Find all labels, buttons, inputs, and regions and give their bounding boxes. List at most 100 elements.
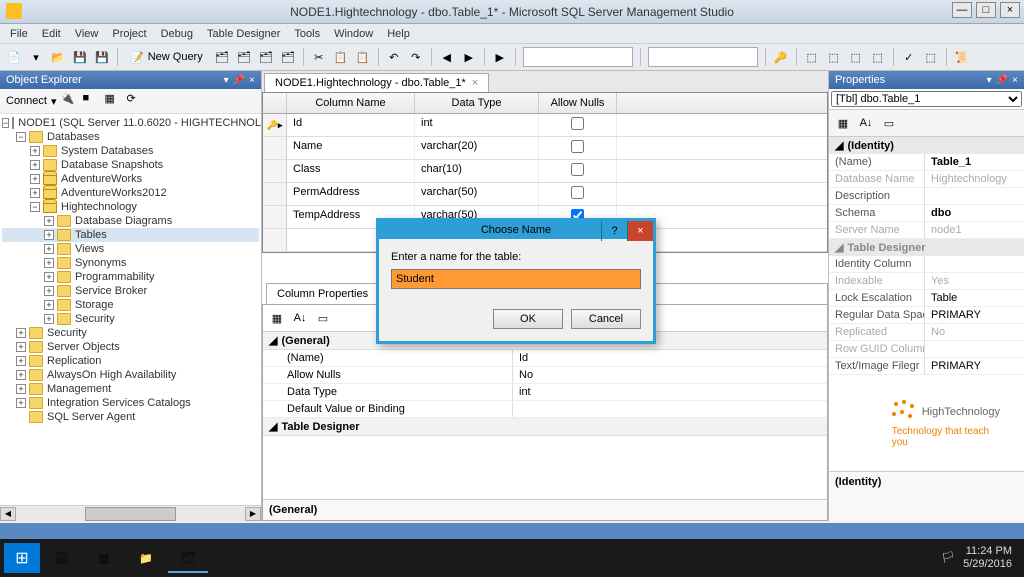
tb-icon-4[interactable]: 🗂 xyxy=(278,47,298,67)
row-header[interactable] xyxy=(263,160,287,182)
expander-icon[interactable]: + xyxy=(16,384,26,394)
menu-debug[interactable]: Debug xyxy=(155,26,199,42)
pg-rowguid-value[interactable] xyxy=(925,341,1024,357)
tree-databases[interactable]: Databases xyxy=(47,131,100,143)
pg-lock-value[interactable]: Table xyxy=(925,290,1024,306)
relation-icon[interactable]: ⬚ xyxy=(802,47,822,67)
cell-col-name[interactable]: Id xyxy=(287,114,415,136)
undo-icon[interactable]: ↶ xyxy=(384,47,404,67)
new-query-button[interactable]: 📝 New Query xyxy=(123,48,210,67)
tree-replication[interactable]: Replication xyxy=(47,355,101,367)
row-header[interactable] xyxy=(263,183,287,205)
stop-icon[interactable]: ■ xyxy=(83,92,101,110)
collapse-icon[interactable]: ◢ xyxy=(835,139,843,152)
expander-icon[interactable]: + xyxy=(30,160,40,170)
tb-icon-3[interactable]: 🗂 xyxy=(256,47,276,67)
collapse-icon[interactable]: ◢ xyxy=(269,420,277,433)
tree-service-broker[interactable]: Service Broker xyxy=(75,285,147,297)
table-name-input[interactable] xyxy=(391,269,641,289)
allow-null-checkbox[interactable] xyxy=(571,117,584,130)
tree-aw[interactable]: AdventureWorks xyxy=(61,173,142,185)
cell-allow-null[interactable] xyxy=(539,137,617,159)
designer-row[interactable]: PermAddressvarchar(50) xyxy=(263,183,827,206)
tree-server-objects[interactable]: Server Objects xyxy=(47,341,120,353)
cell-data-type[interactable]: int xyxy=(415,114,539,136)
categorized-icon[interactable]: ▦ xyxy=(833,113,853,133)
menu-tools[interactable]: Tools xyxy=(288,26,326,42)
row-header[interactable] xyxy=(263,137,287,159)
cell-allow-null[interactable] xyxy=(539,183,617,205)
prop-pages-icon[interactable]: ▭ xyxy=(879,113,899,133)
tree-views[interactable]: Views xyxy=(75,243,104,255)
tree-synonyms[interactable]: Synonyms xyxy=(75,257,126,269)
scroll-left-icon[interactable]: ◀ xyxy=(0,507,16,521)
expander-icon[interactable]: + xyxy=(44,230,54,240)
expander-icon[interactable]: + xyxy=(44,272,54,282)
nav-fwd-icon[interactable]: ▶ xyxy=(459,47,479,67)
allow-null-checkbox[interactable] xyxy=(571,140,584,153)
menu-table-designer[interactable]: Table Designer xyxy=(201,26,286,42)
xml-icon[interactable]: ⬚ xyxy=(868,47,888,67)
task-explorer-icon[interactable]: 📁 xyxy=(126,543,166,573)
tree-aw2012[interactable]: AdventureWorks2012 xyxy=(61,187,167,199)
tb-icon-2[interactable]: 🗂 xyxy=(234,47,254,67)
pg-name-value[interactable]: Table_1 xyxy=(925,154,1024,170)
menu-project[interactable]: Project xyxy=(106,26,152,42)
cell-allow-null[interactable] xyxy=(539,160,617,182)
expander-icon[interactable]: + xyxy=(44,244,54,254)
start-button[interactable]: ⊞ xyxy=(4,543,40,573)
dialog-close-button[interactable]: × xyxy=(627,221,653,241)
notification-flag-icon[interactable]: 🏳 xyxy=(941,552,953,564)
tree-security[interactable]: Security xyxy=(47,327,87,339)
collapse-icon[interactable]: ◢ xyxy=(269,334,277,347)
collapse-icon[interactable]: ◢ xyxy=(835,241,843,254)
new-project-icon[interactable]: 📄 xyxy=(4,47,24,67)
fulltext-icon[interactable]: ⬚ xyxy=(846,47,866,67)
expander-icon[interactable]: + xyxy=(44,314,54,324)
tree-isc[interactable]: Integration Services Catalogs xyxy=(47,397,191,409)
cp-datatype-value[interactable]: int xyxy=(513,384,827,400)
menu-view[interactable]: View xyxy=(69,26,105,42)
find-combo[interactable] xyxy=(648,47,758,67)
designer-row[interactable]: Namevarchar(20) xyxy=(263,137,827,160)
prop-pages-icon[interactable]: ▭ xyxy=(313,308,333,328)
panel-pin-icon[interactable]: 📌 xyxy=(233,75,245,86)
pg-desc-value[interactable] xyxy=(925,188,1024,204)
copy-icon[interactable]: 📋 xyxy=(331,47,351,67)
close-window-button[interactable]: × xyxy=(1000,2,1020,18)
cp-allownulls-value[interactable]: No xyxy=(513,367,827,383)
designer-row[interactable]: 🔑▸Idint xyxy=(263,114,827,137)
cell-col-name[interactable]: Name xyxy=(287,137,415,159)
disconnect-icon[interactable]: 🔌 xyxy=(61,92,79,110)
allow-null-checkbox[interactable] xyxy=(571,186,584,199)
expander-icon[interactable]: + xyxy=(16,342,26,352)
cell-allow-null[interactable] xyxy=(539,114,617,136)
expander-icon[interactable]: + xyxy=(16,356,26,366)
script-icon[interactable]: 📜 xyxy=(952,47,972,67)
expander-icon[interactable]: + xyxy=(16,398,26,408)
tree-storage[interactable]: Storage xyxy=(75,299,114,311)
tree-alwayson[interactable]: AlwaysOn High Availability xyxy=(47,369,176,381)
tb-icon-1[interactable]: 🗂 xyxy=(212,47,232,67)
dialog-help-button[interactable]: ? xyxy=(601,221,627,241)
expander-icon[interactable]: + xyxy=(44,258,54,268)
tree-ht[interactable]: Hightechnology xyxy=(61,201,137,213)
pg-rds-value[interactable]: PRIMARY xyxy=(925,307,1024,323)
expander-icon[interactable]: + xyxy=(30,174,40,184)
row-header[interactable]: 🔑▸ xyxy=(263,114,287,136)
tree-management[interactable]: Management xyxy=(47,383,111,395)
save-all-icon[interactable]: 💾 xyxy=(92,47,112,67)
save-icon[interactable]: 💾 xyxy=(70,47,90,67)
pg-tif-value[interactable]: PRIMARY xyxy=(925,358,1024,374)
tree-programmability[interactable]: Programmability xyxy=(75,271,154,283)
nav-back-icon[interactable]: ◀ xyxy=(437,47,457,67)
menu-help[interactable]: Help xyxy=(381,26,416,42)
object-explorer-tree[interactable]: −NODE1 (SQL Server 11.0.6020 - HIGHTECHN… xyxy=(0,114,261,505)
expander-icon[interactable]: + xyxy=(30,146,40,156)
check-icon[interactable]: ✓ xyxy=(899,47,919,67)
index-icon[interactable]: ⬚ xyxy=(824,47,844,67)
cell-data-type[interactable]: char(10) xyxy=(415,160,539,182)
cell-data-type[interactable]: varchar(50) xyxy=(415,183,539,205)
scroll-right-icon[interactable]: ▶ xyxy=(245,507,261,521)
panel-dropdown-icon[interactable]: ▾ xyxy=(987,75,992,86)
